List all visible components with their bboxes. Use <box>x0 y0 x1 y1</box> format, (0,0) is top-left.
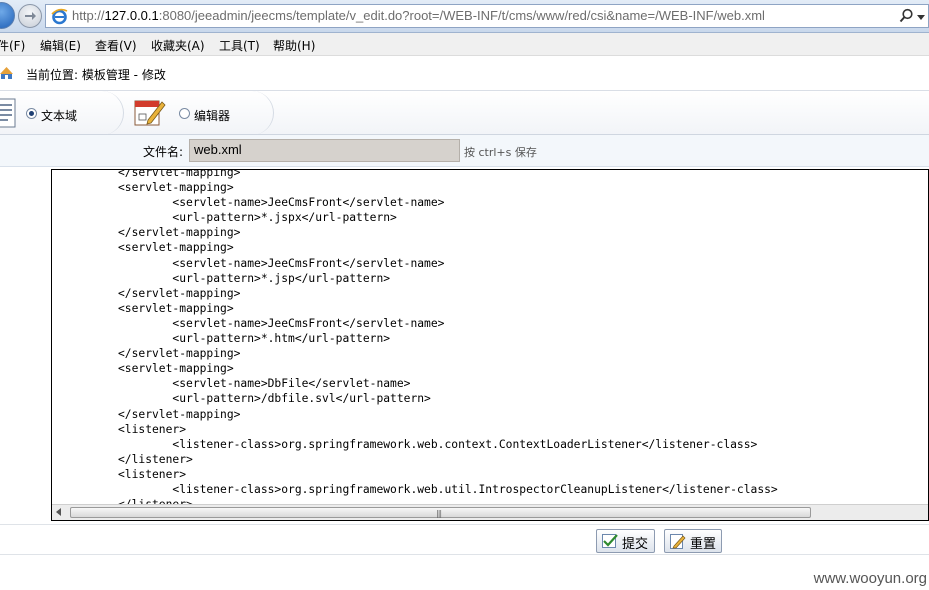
code-line: <listener-class>org.springframework.web.… <box>118 437 758 451</box>
breadcrumb-text: 当前位置: 模板管理 - 修改 <box>26 68 166 82</box>
code-line: <url-pattern>/dbfile.svl</url-pattern> <box>118 392 431 406</box>
menu-help[interactable]: 帮助(H) <box>273 37 315 54</box>
radio-textarea[interactable] <box>26 108 37 119</box>
save-shortcut-hint: 按 ctrl+s 保存 <box>464 146 537 159</box>
code-line: <servlet-name>JeeCmsFront</servlet-name> <box>118 256 445 270</box>
address-bar: http://127.0.0.1:8080/jeeadmin/jeecms/te… <box>0 0 929 33</box>
code-line: <servlet-mapping> <box>118 241 234 255</box>
code-line: <listener-class>org.springframework.web.… <box>118 482 778 496</box>
code-line: </servlet-mapping> <box>118 226 241 240</box>
grip-icon: ||| <box>436 509 442 518</box>
code-editor-region: </servlet-mapping> <servlet-mapping> <ser… <box>0 167 929 524</box>
horizontal-scrollbar[interactable]: ||| <box>52 504 928 520</box>
home-icon <box>0 67 13 79</box>
filename-label: 文件名: <box>142 145 183 159</box>
ie-logo-icon <box>51 8 68 25</box>
code-line: <servlet-mapping> <box>118 362 234 376</box>
filename-row: 文件名: web.xml 按 ctrl+s 保存 <box>0 135 929 167</box>
reset-edit-icon <box>670 534 686 549</box>
menu-file[interactable]: 件(F) <box>0 37 25 54</box>
scrollbar-thumb[interactable]: ||| <box>70 507 811 518</box>
submit-label: 提交 <box>622 536 649 551</box>
submit-button[interactable]: 提交 <box>596 529 655 553</box>
code-line: <servlet-name>DbFile</servlet-name> <box>118 377 411 391</box>
action-row: 提交 重置 <box>0 524 929 555</box>
code-line: </servlet-mapping> <box>118 347 241 361</box>
code-line: <servlet-name>JeeCmsFront</servlet-name> <box>118 316 445 330</box>
menu-favorites[interactable]: 收藏夹(A) <box>151 37 205 54</box>
document-icon <box>0 98 16 128</box>
code-line: </servlet-mapping> <box>118 286 241 300</box>
menu-edit[interactable]: 编辑(E) <box>40 37 81 54</box>
code-line: </servlet-mapping> <box>118 169 241 179</box>
code-line: <servlet-name>JeeCmsFront</servlet-name> <box>118 196 445 210</box>
code-line: <url-pattern>*.jsp</url-pattern> <box>118 271 391 285</box>
menu-bar: 件(F) 编辑(E) 查看(V) 收藏夹(A) 工具(T) 帮助(H) <box>0 33 929 56</box>
reset-button[interactable]: 重置 <box>664 529 722 553</box>
code-line: <url-pattern>*.jspx</url-pattern> <box>118 211 397 225</box>
filename-field[interactable]: web.xml <box>189 139 460 162</box>
tab-textarea[interactable]: 文本域 <box>0 91 124 135</box>
forward-button[interactable] <box>18 4 42 28</box>
editor-mode-toolbar: 文本域 编辑器 <box>0 90 929 135</box>
breadcrumb: 当前位置: 模板管理 - 修改 <box>0 56 929 90</box>
menu-view[interactable]: 查看(V) <box>95 37 137 54</box>
edit-document-icon <box>134 100 166 126</box>
url-input[interactable]: http://127.0.0.1:8080/jeeadmin/jeecms/te… <box>45 4 929 28</box>
editor-mode-label: 编辑器 <box>194 109 231 123</box>
code-line: <listener> <box>118 467 187 481</box>
code-line: </servlet-mapping> <box>118 407 241 421</box>
textarea-mode-label: 文本域 <box>41 109 78 123</box>
code-content: </servlet-mapping> <servlet-mapping> <ser… <box>118 169 778 512</box>
menu-tools[interactable]: 工具(T) <box>219 37 260 54</box>
code-line: <servlet-mapping> <box>118 181 234 195</box>
check-icon <box>602 534 618 548</box>
code-textarea[interactable]: </servlet-mapping> <servlet-mapping> <ser… <box>51 169 929 521</box>
chevron-down-icon[interactable] <box>917 15 925 20</box>
search-icon[interactable] <box>899 8 914 23</box>
code-line: </listener> <box>118 452 193 466</box>
code-line: <listener> <box>118 422 187 436</box>
scroll-left-arrow-icon[interactable] <box>56 508 61 516</box>
url-text: http://127.0.0.1:8080/jeeadmin/jeecms/te… <box>72 8 765 23</box>
code-line: <url-pattern>*.htm</url-pattern> <box>118 332 391 346</box>
radio-editor[interactable] <box>179 108 190 119</box>
code-line: <servlet-mapping> <box>118 301 234 315</box>
back-button[interactable] <box>0 2 15 29</box>
watermark: www.wooyun.org <box>813 570 927 587</box>
reset-label: 重置 <box>690 536 717 551</box>
arrow-right-icon <box>25 12 36 20</box>
